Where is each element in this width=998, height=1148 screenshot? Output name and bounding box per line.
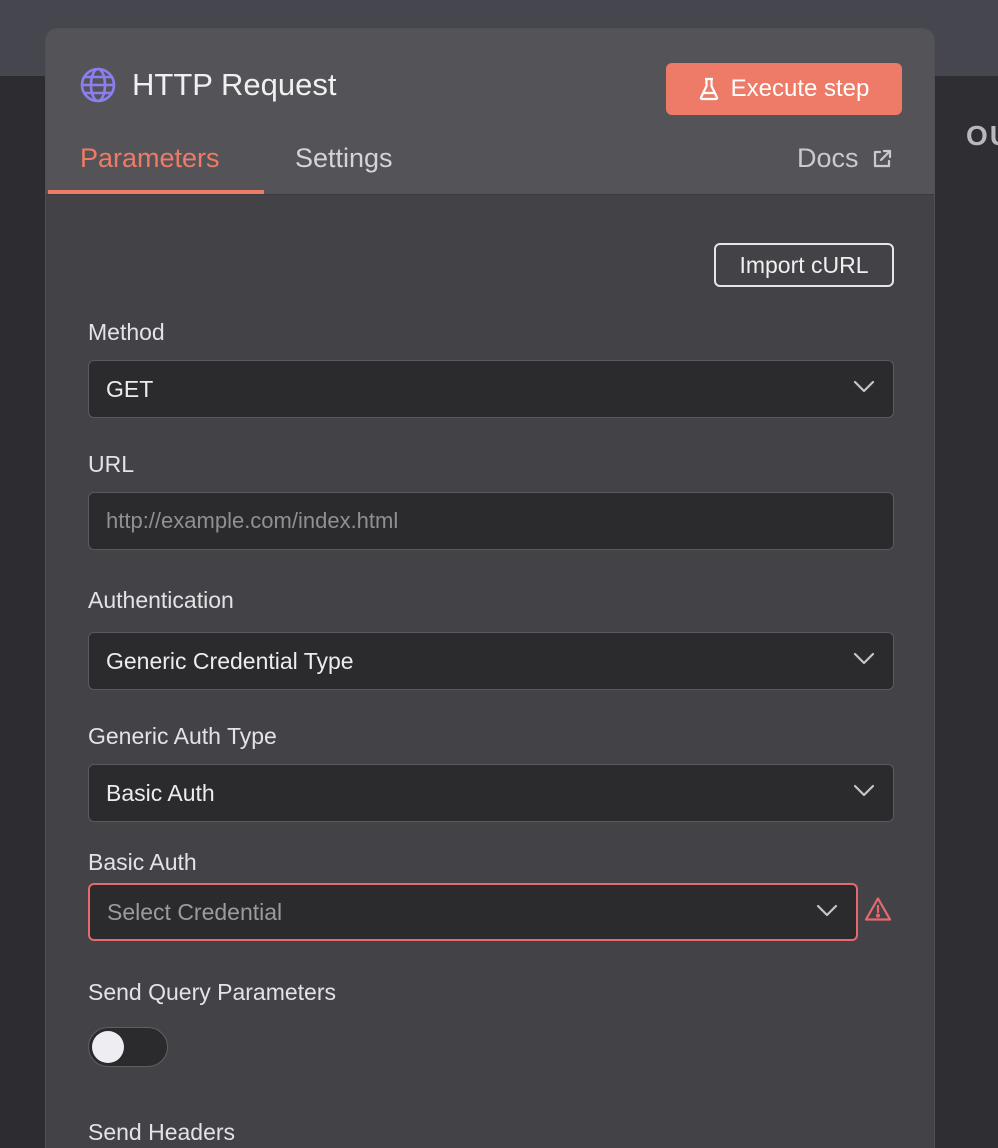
docs-link[interactable]: Docs xyxy=(797,143,893,174)
toggle-knob xyxy=(92,1031,124,1063)
import-curl-button[interactable]: Import cURL xyxy=(714,243,894,287)
docs-label: Docs xyxy=(797,143,859,173)
warning-icon xyxy=(864,897,892,921)
method-select[interactable]: GET xyxy=(88,360,894,418)
authentication-select[interactable]: Generic Credential Type xyxy=(88,632,894,690)
generic-auth-type-label: Generic Auth Type xyxy=(88,723,277,749)
basic-auth-label: Basic Auth xyxy=(88,849,197,875)
chevron-down-icon xyxy=(853,652,875,665)
url-label: URL xyxy=(88,451,135,477)
chevron-down-icon xyxy=(816,904,838,917)
authentication-label: Authentication xyxy=(88,587,234,613)
execute-step-button[interactable]: Execute step xyxy=(666,63,902,115)
flask-icon xyxy=(699,77,718,101)
url-input[interactable] xyxy=(88,492,894,550)
generic-auth-type-value: Basic Auth xyxy=(106,779,215,806)
send-query-parameters-toggle[interactable] xyxy=(88,1027,168,1067)
send-query-parameters-label: Send Query Parameters xyxy=(88,979,337,1005)
node-parameters-panel: HTTP Request Execute step Parameters Set… xyxy=(45,28,935,1148)
globe-icon xyxy=(80,67,116,103)
active-tab-indicator xyxy=(48,190,264,194)
send-headers-label: Send Headers xyxy=(88,1119,236,1145)
output-panel-title: OU xyxy=(966,120,998,151)
basic-auth-placeholder: Select Credential xyxy=(107,898,283,925)
chevron-down-icon xyxy=(853,380,875,393)
method-value: GET xyxy=(106,375,154,402)
tab-parameters[interactable]: Parameters xyxy=(80,143,220,174)
generic-auth-type-select[interactable]: Basic Auth xyxy=(88,764,894,822)
external-link-icon xyxy=(873,149,891,167)
output-panel xyxy=(934,76,998,1148)
chevron-down-icon xyxy=(853,784,875,797)
panel-header: HTTP Request Execute step Parameters Set… xyxy=(46,29,934,195)
tab-settings[interactable]: Settings xyxy=(295,143,393,174)
node-title: HTTP Request xyxy=(132,67,337,102)
method-label: Method xyxy=(88,319,165,345)
authentication-value: Generic Credential Type xyxy=(106,647,354,674)
execute-step-label: Execute step xyxy=(730,75,870,102)
basic-auth-credential-select[interactable]: Select Credential xyxy=(88,883,858,941)
